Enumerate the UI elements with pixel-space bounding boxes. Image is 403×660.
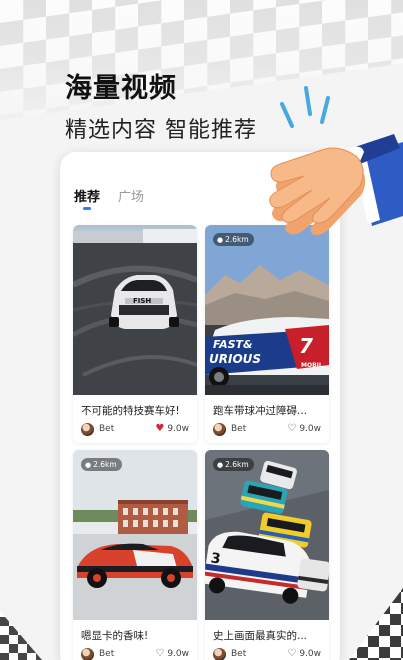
like-count-value: 9.0w bbox=[167, 424, 189, 434]
video-meta: Bet ♥ 9.0w bbox=[81, 423, 191, 437]
video-card[interactable]: FAST& URIOUS 7 MOBIL ● 2.6km 跑车带球冲过障碍...… bbox=[205, 225, 329, 443]
heart-outline-icon: ♡ bbox=[287, 423, 297, 434]
avatar[interactable] bbox=[213, 423, 226, 436]
distance-badge: ● 2.6km bbox=[81, 458, 122, 471]
video-title: 跑车带球冲过障碍... bbox=[213, 405, 308, 417]
distance-value: 2.6km bbox=[225, 235, 249, 244]
distance-value: 2.6km bbox=[225, 460, 249, 469]
svg-text:URIOUS: URIOUS bbox=[209, 352, 261, 366]
video-card[interactable]: FISH 不可能的特技赛车好! Bet ♥ 9.0w bbox=[73, 225, 197, 443]
author-name: Bet bbox=[231, 424, 247, 434]
avatar[interactable] bbox=[213, 648, 226, 660]
video-thumbnail: FISH bbox=[73, 225, 197, 395]
tab-recommend[interactable]: 推荐 bbox=[74, 186, 100, 205]
video-meta: Bet ♡ 9.0w bbox=[213, 423, 323, 437]
video-meta: Bet ♡ 9.0w bbox=[213, 648, 323, 660]
location-pin-icon: ● bbox=[217, 460, 224, 469]
video-title: 嗯显卡的香味! bbox=[81, 630, 149, 642]
heart-outline-icon: ♡ bbox=[155, 648, 165, 659]
svg-text:7: 7 bbox=[299, 334, 313, 358]
video-title: 不可能的特技赛车好! bbox=[81, 405, 180, 417]
like-count[interactable]: ♡ 9.0w bbox=[155, 648, 189, 660]
distance-badge: ● 2.6km bbox=[213, 458, 254, 471]
tab-bar: 推荐 广场 bbox=[74, 186, 144, 205]
author-name: Bet bbox=[231, 649, 247, 659]
checkered-flag-corner-left bbox=[0, 611, 42, 660]
heart-outline-icon: ♡ bbox=[287, 648, 297, 659]
author-name: Bet bbox=[99, 649, 115, 659]
like-count[interactable]: ♥ 9.0w bbox=[155, 423, 189, 435]
video-meta: Bet ♡ 9.0w bbox=[81, 648, 191, 660]
video-card[interactable]: 3 ● 2.6km 史上画面最真实的... Bet ♡ 9.0w bbox=[205, 450, 329, 660]
hero-headline: 海量视频 bbox=[65, 73, 177, 104]
location-pin-icon: ● bbox=[85, 460, 92, 469]
svg-text:MOBIL: MOBIL bbox=[301, 362, 323, 369]
avatar[interactable] bbox=[81, 423, 94, 436]
like-count[interactable]: ♡ 9.0w bbox=[287, 423, 321, 435]
video-title: 史上画面最真实的... bbox=[213, 630, 308, 642]
like-count-value: 9.0w bbox=[299, 424, 321, 434]
video-thumbnail: FAST& URIOUS 7 MOBIL bbox=[205, 225, 329, 395]
tab-plaza[interactable]: 广场 bbox=[118, 186, 144, 205]
hero-subline: 精选内容 智能推荐 bbox=[65, 118, 257, 143]
like-count-value: 9.0w bbox=[299, 649, 321, 659]
author-name: Bet bbox=[99, 424, 115, 434]
svg-text:FISH: FISH bbox=[133, 297, 151, 305]
video-thumbnail bbox=[73, 450, 197, 620]
clapping-hands-icon bbox=[269, 86, 403, 235]
distance-badge: ● 2.6km bbox=[213, 233, 254, 246]
svg-text:FAST&: FAST& bbox=[213, 338, 253, 351]
avatar[interactable] bbox=[81, 648, 94, 660]
video-card[interactable]: ● 2.6km 嗯显卡的香味! Bet ♡ 9.0w bbox=[73, 450, 197, 660]
location-pin-icon: ● bbox=[217, 235, 224, 244]
video-thumbnail: 3 bbox=[205, 450, 329, 620]
like-count-value: 9.0w bbox=[167, 649, 189, 659]
heart-filled-icon: ♥ bbox=[155, 423, 165, 434]
tab-active-indicator bbox=[83, 207, 91, 210]
like-count[interactable]: ♡ 9.0w bbox=[287, 648, 321, 660]
distance-value: 2.6km bbox=[93, 460, 117, 469]
